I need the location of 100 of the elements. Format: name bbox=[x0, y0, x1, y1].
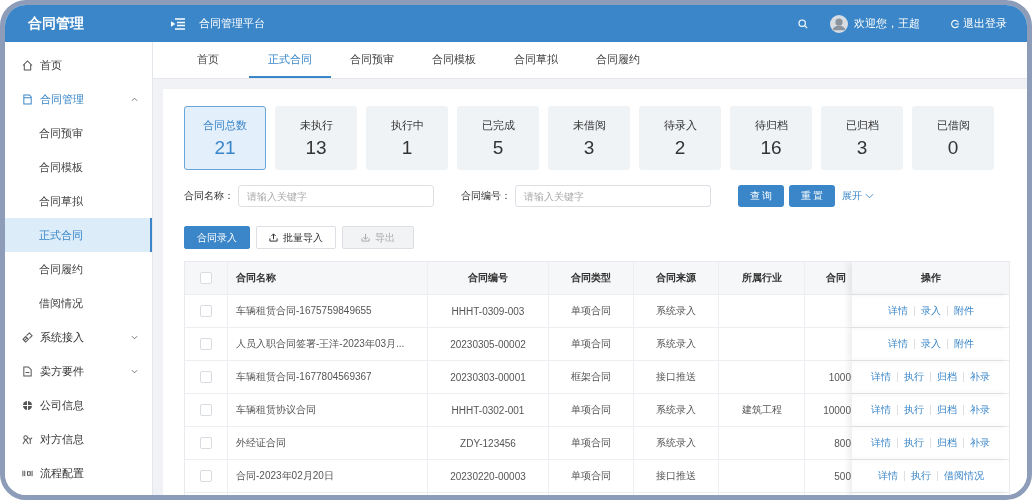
row-action-link[interactable]: 借阅情况 bbox=[937, 469, 990, 483]
row-action-link[interactable]: 详情 bbox=[865, 436, 897, 450]
row-action-link[interactable]: 归档 bbox=[931, 436, 963, 450]
sidebar-item[interactable]: 首页 bbox=[5, 48, 152, 82]
tab[interactable]: 正式合同 bbox=[249, 42, 331, 78]
sidebar-item[interactable]: 公司信息 bbox=[5, 388, 152, 422]
sidebar-item[interactable]: 系统接入 bbox=[5, 320, 152, 354]
row-action-link[interactable]: 执行 bbox=[898, 403, 930, 417]
table-cell: 车辆租赁合同-1675759849655 bbox=[227, 295, 427, 327]
stat-card[interactable]: 未执行 13 bbox=[275, 106, 357, 170]
sidebar-item[interactable]: 合同管理 bbox=[5, 82, 152, 116]
app-title: 合同管理 bbox=[28, 14, 84, 31]
welcome-text: 欢迎您，王超 bbox=[854, 16, 920, 31]
stat-card[interactable]: 未借阅 3 bbox=[548, 106, 630, 170]
row-action-link[interactable]: 执行 bbox=[904, 469, 937, 483]
stat-card[interactable]: 已完成 5 bbox=[457, 106, 539, 170]
sidebar-subitem[interactable]: 借阅情况 bbox=[5, 286, 152, 320]
stat-card[interactable]: 已借阅 0 bbox=[912, 106, 994, 170]
search-icon[interactable] bbox=[798, 18, 808, 29]
sidebar-subitem[interactable]: 正式合同 bbox=[5, 218, 152, 252]
row-action-link[interactable]: 详情 bbox=[881, 304, 914, 318]
stat-value: 0 bbox=[947, 136, 959, 159]
tab[interactable]: 合同预审 bbox=[331, 42, 413, 78]
column-header: 操作 bbox=[852, 262, 1009, 294]
checkbox[interactable] bbox=[200, 437, 212, 449]
row-action-link[interactable]: 执行 bbox=[898, 436, 930, 450]
filter-label: 合同编号： bbox=[461, 189, 512, 203]
stat-label: 已归档 bbox=[845, 117, 879, 133]
sidebar-item[interactable]: 对方信息 bbox=[5, 422, 152, 456]
stat-label: 未借阅 bbox=[572, 117, 606, 133]
table-cell: 接口推送 bbox=[633, 460, 718, 492]
input-field[interactable]: 请输入关键字 bbox=[515, 185, 711, 207]
checkbox[interactable] bbox=[200, 371, 212, 383]
tab[interactable]: 合同草拟 bbox=[495, 42, 577, 78]
sidebar-subitem[interactable]: 合同履约 bbox=[5, 252, 152, 286]
checkbox[interactable] bbox=[200, 404, 212, 416]
action-button[interactable]: 合同录入 bbox=[184, 226, 250, 249]
tab[interactable]: 合同履约 bbox=[577, 42, 659, 78]
stat-value: 5 bbox=[492, 136, 504, 159]
stat-label: 已完成 bbox=[481, 117, 515, 133]
tab[interactable]: 首页 bbox=[167, 42, 249, 78]
stat-card[interactable]: 执行中 1 bbox=[366, 106, 448, 170]
checkbox[interactable] bbox=[200, 272, 212, 284]
checkbox[interactable] bbox=[200, 470, 212, 482]
expand-link[interactable]: 展开 bbox=[840, 189, 874, 203]
table-cell: 10000 bbox=[823, 404, 851, 416]
table-cell: 800 bbox=[834, 437, 851, 449]
column-header: 合同 bbox=[804, 262, 852, 294]
chevron-icon bbox=[865, 193, 874, 199]
table-cell: 车辆租赁协议合同 bbox=[227, 394, 427, 426]
row-action-link[interactable]: 详情 bbox=[865, 403, 897, 417]
menu-icon[interactable] bbox=[171, 17, 185, 30]
table-cell: 单项合同 bbox=[548, 295, 633, 327]
row-action-link[interactable]: 详情 bbox=[881, 337, 914, 351]
row-action-link[interactable]: 录入 bbox=[914, 337, 947, 351]
row-action-link[interactable]: 附件 bbox=[947, 304, 980, 318]
stat-card[interactable]: 已归档 3 bbox=[821, 106, 903, 170]
sidebar-item[interactable]: 卖方要件 bbox=[5, 354, 152, 388]
stat-value: 3 bbox=[583, 136, 595, 159]
input-field[interactable]: 请输入关键字 bbox=[238, 185, 434, 207]
action-button[interactable]: 批量导入 bbox=[256, 226, 336, 249]
checkbox[interactable] bbox=[200, 338, 212, 350]
row-action-link[interactable]: 执行 bbox=[898, 370, 930, 384]
stat-value: 3 bbox=[856, 136, 868, 159]
stat-value: 1 bbox=[401, 136, 413, 159]
stat-card[interactable]: 待录入 2 bbox=[639, 106, 721, 170]
table-cell: 框架合同 bbox=[548, 361, 633, 393]
row-action-link[interactable]: 补录 bbox=[964, 403, 996, 417]
sidebar-subitem[interactable]: 合同草拟 bbox=[5, 184, 152, 218]
stat-label: 已借阅 bbox=[936, 117, 970, 133]
table-cell: 20230220-00003 bbox=[427, 460, 548, 492]
row-action-link[interactable]: 补录 bbox=[964, 436, 996, 450]
table-cell: 接口推送 bbox=[633, 361, 718, 393]
checkbox[interactable] bbox=[200, 305, 212, 317]
table-cell: 20230305-00002 bbox=[427, 328, 548, 360]
table-cell: ZDY-123456 bbox=[427, 427, 548, 459]
filter-button[interactable]: 重 置 bbox=[789, 185, 835, 207]
stat-card[interactable]: 待归档 16 bbox=[730, 106, 812, 170]
row-action-link[interactable]: 归档 bbox=[931, 370, 963, 384]
table-cell: 外经证合同 bbox=[227, 427, 427, 459]
row-action-link[interactable]: 归档 bbox=[931, 403, 963, 417]
sidebar-item[interactable]: 流程配置 bbox=[5, 456, 152, 490]
row-action-link[interactable]: 录入 bbox=[914, 304, 947, 318]
avatar-icon[interactable] bbox=[830, 14, 848, 33]
row-action-link[interactable]: 详情 bbox=[865, 370, 897, 384]
stat-label: 待录入 bbox=[663, 117, 697, 133]
sidebar-subitem[interactable]: 合同模板 bbox=[5, 150, 152, 184]
table-cell: 系统录入 bbox=[633, 328, 718, 360]
table-cell: 合同-2023年02月20日 bbox=[227, 460, 427, 492]
sidebar-subitem[interactable]: 合同预审 bbox=[5, 116, 152, 150]
column-header: 合同来源 bbox=[633, 262, 718, 294]
row-action-link[interactable]: 补录 bbox=[964, 370, 996, 384]
filter-button[interactable]: 查 询 bbox=[738, 185, 784, 207]
row-action-link[interactable]: 详情 bbox=[871, 469, 904, 483]
row-action-link[interactable]: 附件 bbox=[947, 337, 980, 351]
stat-card[interactable]: 合同总数 21 bbox=[184, 106, 266, 170]
stat-value: 16 bbox=[760, 136, 782, 159]
logout-button[interactable]: 退出登录 bbox=[950, 16, 1007, 31]
tab[interactable]: 合同模板 bbox=[413, 42, 495, 78]
table-cell: 单项合同 bbox=[548, 394, 633, 426]
